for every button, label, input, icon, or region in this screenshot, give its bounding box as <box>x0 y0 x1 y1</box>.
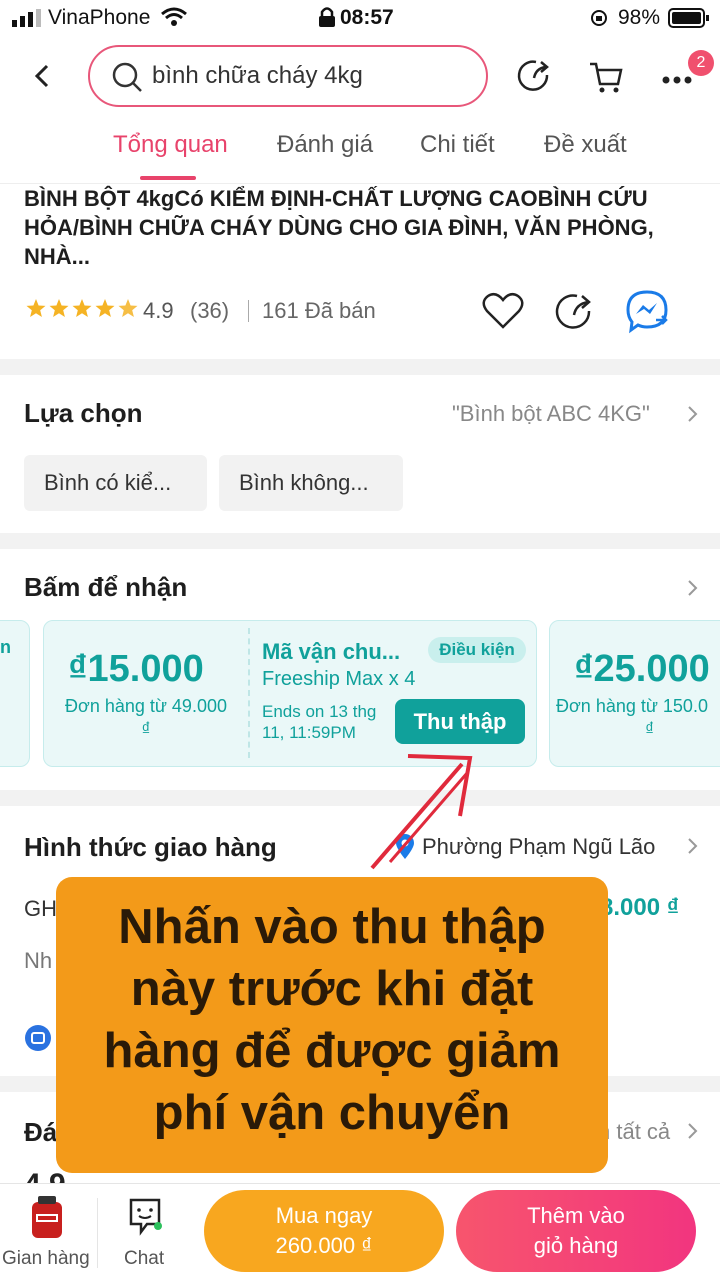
shipping-option: Nh <box>24 948 53 973</box>
chevron-right-icon[interactable] <box>686 1121 700 1141</box>
sold-count: 161 Đã bán <box>262 298 376 323</box>
callout-line: Nhấn vào thu thập <box>118 900 546 954</box>
product-title: BÌNH BỘT 4kgCó KIỂM ĐỊNH-CHẤT LƯỢNG CAOB… <box>24 186 654 269</box>
coupon-min-order: Đơn hàng từ 49.000 <box>65 696 227 716</box>
callout-line: này trước khi đặt <box>130 962 534 1016</box>
add-to-cart-label: giỏ hàng <box>533 1233 619 1258</box>
buy-now-button[interactable]: Mua ngay 260.000 ₫ <box>204 1190 444 1272</box>
back-icon[interactable] <box>30 62 56 90</box>
buy-now-label: Mua ngay <box>275 1203 373 1228</box>
coupon-condition-badge[interactable]: Điều kiện <box>428 637 526 663</box>
coupons-title: Bấm để nhận <box>24 572 188 602</box>
battery-icon <box>668 7 710 29</box>
shop-label[interactable]: Gian hàng <box>2 1248 90 1270</box>
tab-reviews[interactable]: Đánh giá <box>277 131 373 159</box>
section-separator <box>0 533 720 549</box>
coupon-desc: Freeship Max x 4 <box>262 668 416 690</box>
tab-details[interactable]: Chi tiết <box>420 131 495 159</box>
options-title: Lựa chọn <box>24 398 143 428</box>
cart-icon[interactable] <box>588 58 624 94</box>
search-icon <box>110 60 144 94</box>
coupon-value: ₫15.000 <box>68 648 204 690</box>
chevron-right-icon[interactable] <box>686 404 700 424</box>
cart-badge: 2 <box>688 50 714 76</box>
review-count: (36) <box>190 298 230 323</box>
rating-value: 4.9 <box>143 298 174 323</box>
carrier-label: VinaPhone <box>48 6 151 29</box>
shipping-title: Hình thức giao hàng <box>24 832 277 862</box>
rotation-lock-icon <box>590 9 608 27</box>
option-chip[interactable]: Bình không... <box>219 455 403 511</box>
shipping-badge-icon <box>24 1024 52 1052</box>
more-icon[interactable] <box>662 72 694 84</box>
coupon-currency: ₫ <box>645 719 655 739</box>
clock: 08:57 <box>340 6 394 29</box>
screen: VinaPhone 08:57 98% bình chữa cháy 4kg 2… <box>0 0 720 1280</box>
tab-suggestions[interactable]: Đề xuất <box>544 131 627 159</box>
shipping-option: GH <box>24 896 57 921</box>
shipping-fee: 8.000 ₫ <box>600 894 680 921</box>
signal-icon <box>12 9 42 27</box>
callout-line: hàng để được giảm <box>103 1024 561 1078</box>
coupon-min-order: Đơn hàng từ 150.0 <box>556 696 708 716</box>
messenger-icon[interactable] <box>626 290 672 334</box>
options-selected[interactable]: "Bình bột ABC 4KG" <box>452 401 650 427</box>
lock-icon <box>318 6 336 28</box>
option-chip[interactable]: Bình có kiể... <box>24 455 207 511</box>
callout-line: phí vận chuyển <box>153 1086 511 1140</box>
annotation-callout-text: Nhấn vào thu thập này trước khi đặt hàng… <box>56 896 608 1144</box>
section-separator <box>0 359 720 375</box>
search-value: bình chữa cháy 4kg <box>152 62 363 89</box>
buy-now-price: 260.000 ₫ <box>275 1233 373 1258</box>
coupon-expiry: 11, 11:59PM <box>262 723 356 742</box>
coupon-currency: ₫ <box>141 719 151 739</box>
chat-label[interactable]: Chat <box>124 1248 164 1270</box>
star-rating <box>26 297 138 321</box>
coupon-divider <box>248 628 250 758</box>
annotation-arrow <box>360 750 490 880</box>
coupon-expiry: Ends on 13 thg <box>262 702 377 721</box>
battery-percent: 98% <box>618 6 661 29</box>
wifi-icon <box>160 6 188 28</box>
bottom-divider <box>97 1198 98 1268</box>
coupon-partial-text: n <box>0 637 11 657</box>
coupon-title: Mã vận chu... <box>262 639 401 664</box>
chat-icon[interactable] <box>127 1196 163 1236</box>
share-icon[interactable] <box>555 292 595 332</box>
tab-overview[interactable]: Tổng quan <box>113 131 228 159</box>
coupon-card[interactable] <box>549 620 720 767</box>
add-to-cart-button[interactable]: Thêm vào giỏ hàng <box>456 1190 696 1272</box>
review-score-partial: 4.9 <box>24 1168 66 1183</box>
rating-divider <box>248 300 249 322</box>
heart-icon[interactable] <box>482 292 524 330</box>
share-icon[interactable] <box>516 58 552 94</box>
chevron-right-icon[interactable] <box>686 578 700 598</box>
add-to-cart-label: Thêm vào <box>527 1203 625 1228</box>
collect-button[interactable]: Thu thập <box>395 699 525 744</box>
shop-icon[interactable] <box>26 1196 68 1240</box>
tab-indicator <box>140 176 196 180</box>
coupon-value: ₫25.000 <box>574 648 710 690</box>
chevron-right-icon[interactable] <box>686 836 700 856</box>
